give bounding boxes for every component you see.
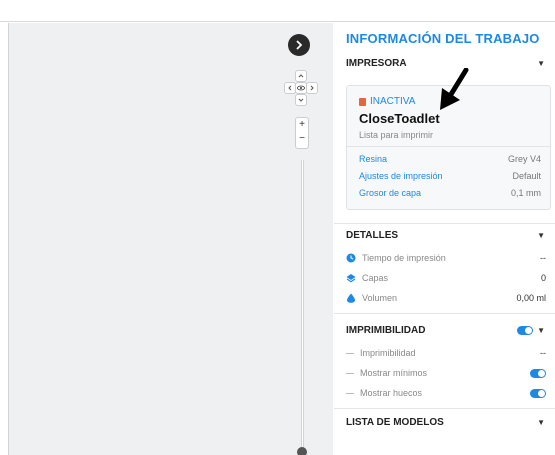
printer-status-label: INACTIVA [370, 96, 416, 107]
divider [334, 313, 555, 314]
caret-down-icon: ▼ [537, 58, 545, 68]
zoom-out-button[interactable]: − [296, 132, 308, 146]
job-info-panel: INFORMACIÓN DEL TRABAJO IMPRESORA ▼ INAC… [334, 23, 555, 455]
zoom-control: + − [295, 117, 309, 149]
pan-down-button[interactable] [295, 94, 307, 106]
card-divider [347, 146, 550, 147]
models-section-header[interactable]: LISTA DE MODELOS ▼ [334, 411, 555, 433]
printer-name: CloseToadlet [359, 111, 440, 126]
zoom-in-button[interactable]: + [296, 118, 308, 132]
printability-toggle[interactable] [517, 325, 534, 335]
layer-thickness-row: Grosor de capa 0,1 mm [359, 188, 541, 198]
printer-section-label: IMPRESORA [346, 57, 407, 69]
top-bar [0, 0, 555, 22]
caret-down-icon: ▼ [537, 230, 545, 240]
printability-section-header[interactable]: IMPRIMIBILIDAD ▼ [334, 319, 555, 341]
pan-right-button[interactable] [306, 82, 318, 94]
chevron-up-icon [298, 74, 304, 78]
print-time-row: Tiempo de impresión -- [346, 250, 546, 266]
caret-down-icon: ▼ [537, 417, 545, 427]
show-minimums-label: Mostrar mínimos [360, 368, 428, 378]
show-minimums-row: Mostrar mínimos [346, 365, 546, 381]
volume-value: 0,00 ml [516, 293, 546, 303]
eye-icon [297, 85, 305, 91]
layers-icon [346, 274, 356, 283]
models-section-label: LISTA DE MODELOS [346, 416, 444, 428]
dash-icon [346, 372, 354, 374]
details-section-label: DETALLES [346, 229, 399, 241]
show-minimums-toggle[interactable] [530, 368, 546, 378]
layer-slider-handle[interactable] [297, 447, 307, 455]
printability-section-label: IMPRIMIBILIDAD [346, 324, 426, 336]
printability-row: Imprimibilidad -- [346, 345, 546, 361]
resin-value: Grey V4 [507, 154, 541, 164]
collapse-panel-button[interactable] [288, 34, 310, 56]
layers-value: 0 [540, 273, 546, 283]
volume-icon [347, 293, 355, 303]
chevron-left-icon [288, 85, 292, 91]
print-time-value: -- [540, 253, 546, 263]
resin-row: Resina Grey V4 [359, 154, 541, 164]
chevron-right-icon [296, 40, 303, 50]
pan-up-button[interactable] [295, 70, 307, 82]
printer-subtitle: Lista para imprimir [359, 130, 434, 140]
layers-row: Capas 0 [346, 270, 546, 286]
layer-slider-track[interactable] [301, 160, 304, 450]
chevron-right-icon [310, 85, 314, 91]
divider [334, 408, 555, 409]
print-settings-label[interactable]: Ajustes de impresión [359, 171, 443, 181]
printability-value: -- [540, 348, 546, 358]
printer-status-icon [359, 97, 366, 106]
printer-status: INACTIVA [359, 96, 415, 107]
dash-icon [346, 392, 354, 394]
panel-title: INFORMACIÓN DEL TRABAJO [346, 31, 540, 46]
camera-nav-pad [284, 68, 318, 108]
show-holes-toggle[interactable] [530, 388, 546, 398]
dash-icon [346, 352, 354, 354]
show-holes-label: Mostrar huecos [360, 388, 423, 398]
chevron-down-icon [298, 98, 304, 102]
resin-label[interactable]: Resina [359, 154, 387, 164]
print-time-label: Tiempo de impresión [362, 253, 446, 263]
layer-thickness-value: 0,1 mm [510, 188, 541, 198]
details-section-header[interactable]: DETALLES ▼ [334, 224, 555, 246]
layer-thickness-label[interactable]: Grosor de capa [359, 188, 421, 198]
print-settings-row: Ajustes de impresión Default [359, 171, 541, 181]
pointer-arrow-annotation [440, 68, 469, 110]
caret-down-icon: ▼ [537, 325, 545, 335]
print-settings-value: Default [512, 171, 541, 181]
volume-label: Volumen [362, 293, 398, 303]
printability-label: Imprimibilidad [360, 348, 416, 358]
show-holes-row: Mostrar huecos [346, 385, 546, 401]
clock-icon [346, 253, 356, 263]
volume-row: Volumen 0,00 ml [346, 290, 546, 306]
layers-label: Capas [362, 273, 389, 283]
